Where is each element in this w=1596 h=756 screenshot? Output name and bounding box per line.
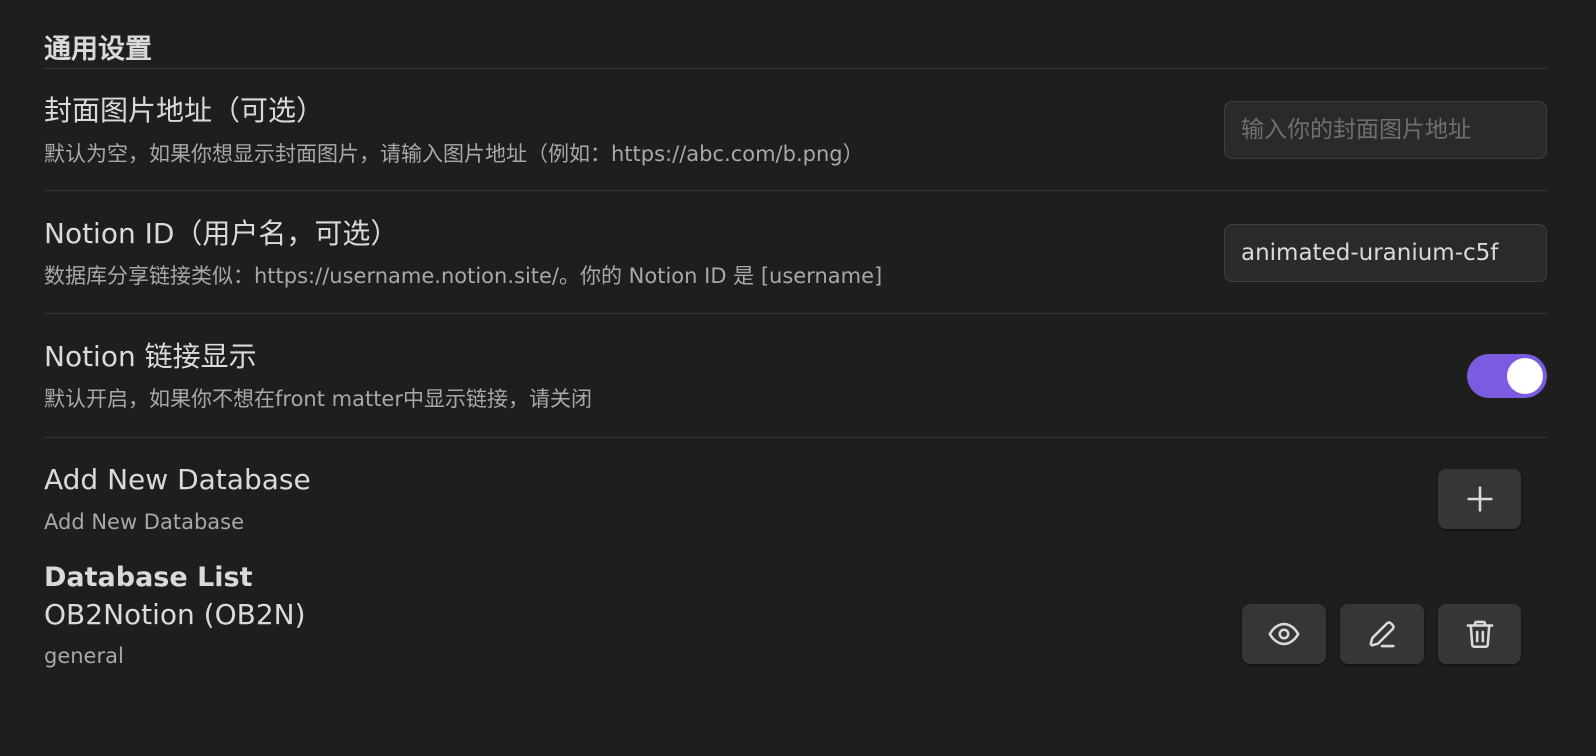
setting-description: 数据库分享链接类似：https://username.notion.site/。… (44, 264, 883, 288)
database-tag: general (44, 644, 124, 668)
add-database-button[interactable] (1438, 469, 1521, 529)
notion-link-toggle[interactable] (1467, 354, 1547, 398)
row-divider (44, 313, 1547, 314)
delete-database-button[interactable] (1438, 604, 1521, 664)
cover-image-url-input[interactable] (1224, 101, 1547, 159)
setting-name: Notion ID（用户名，可选） (44, 217, 399, 250)
section-title: 通用设置 (44, 34, 152, 65)
row-divider (44, 437, 1547, 438)
settings-panel: 通用设置 封面图片地址（可选） 默认为空，如果你想显示封面图片，请输入图片地址（… (44, 0, 1547, 756)
setting-name: Notion 链接显示 (44, 340, 257, 373)
notion-id-input[interactable] (1224, 224, 1547, 282)
setting-description: 默认开启，如果你不想在front matter中显示链接，请关闭 (44, 387, 592, 411)
toggle-knob (1507, 358, 1543, 394)
section-divider (44, 68, 1547, 69)
eye-icon (1268, 622, 1300, 646)
trash-icon (1466, 620, 1493, 649)
setting-name: 封面图片地址（可选） (44, 94, 325, 127)
row-divider (44, 190, 1547, 191)
plus-icon (1466, 486, 1493, 512)
pencil-icon (1369, 621, 1395, 648)
setting-description: Add New Database (44, 510, 245, 534)
edit-database-button[interactable] (1340, 604, 1424, 664)
view-database-button[interactable] (1242, 604, 1326, 664)
database-name: OB2Notion (OB2N) (44, 598, 306, 631)
setting-description: 默认为空，如果你想显示封面图片，请输入图片地址（例如：https://abc.c… (44, 142, 864, 166)
setting-name: Add New Database (44, 463, 311, 496)
database-list-title: Database List (44, 562, 253, 593)
